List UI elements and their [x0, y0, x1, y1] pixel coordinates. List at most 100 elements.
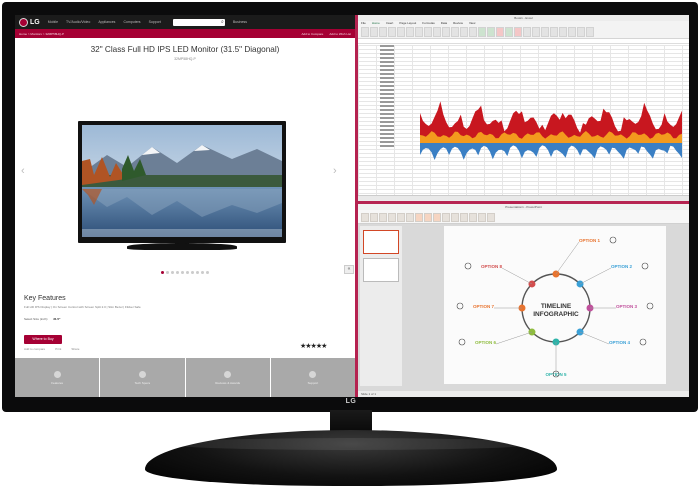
fill-icon[interactable]: [559, 27, 567, 37]
add-to-compare-link[interactable]: Add to compare: [24, 347, 45, 351]
shapes-icon[interactable]: [415, 213, 423, 222]
search-icon[interactable]: ⌕: [221, 19, 224, 26]
breadcrumb[interactable]: Home > Monitors > 32MP58HQ-P: [19, 32, 64, 36]
carousel-prev-icon[interactable]: ‹: [21, 165, 25, 177]
excel-area-chart[interactable]: [420, 95, 682, 175]
delete-icon[interactable]: [532, 27, 540, 37]
search-input[interactable]: ⌕: [172, 18, 225, 26]
carousel-dot[interactable]: [196, 271, 199, 274]
bold-icon[interactable]: [397, 27, 405, 37]
nav-item-mobile[interactable]: Mobile: [48, 20, 58, 24]
underline-icon[interactable]: [415, 27, 423, 37]
where-to-buy-button[interactable]: Where to Buy: [24, 335, 62, 344]
tab-insert[interactable]: Insert: [386, 21, 394, 26]
font-icon[interactable]: [379, 213, 387, 222]
carousel-dot[interactable]: [191, 271, 194, 274]
number-format-icon[interactable]: [451, 27, 459, 37]
key-features-title: Key Features: [24, 295, 66, 302]
clear-icon[interactable]: [568, 27, 576, 37]
effects-icon[interactable]: [460, 213, 468, 222]
slide-thumbnail[interactable]: [363, 258, 399, 282]
option-label: OPTION 1: [579, 238, 601, 243]
side-tab-icon[interactable]: «: [344, 265, 354, 274]
carousel-dot[interactable]: [176, 271, 179, 274]
nav-item-business[interactable]: Business: [233, 20, 247, 24]
percent-icon[interactable]: [460, 27, 468, 37]
nav-item-computers[interactable]: Computers: [123, 20, 140, 24]
tile-tech-specs[interactable]: Tech Specs: [100, 358, 185, 397]
cut-icon[interactable]: [370, 27, 378, 37]
tile-support[interactable]: Support: [270, 358, 355, 397]
copy-icon[interactable]: [379, 27, 387, 37]
sort-icon[interactable]: [577, 27, 585, 37]
paste-icon[interactable]: [361, 27, 369, 37]
carousel-dot[interactable]: [206, 271, 209, 274]
new-slide-icon[interactable]: [361, 213, 369, 222]
tile-label: Features: [51, 380, 64, 385]
tab-home[interactable]: Home: [372, 21, 380, 26]
bold-icon[interactable]: [388, 213, 396, 222]
cell-styles-icon[interactable]: [496, 27, 504, 37]
formula-bar[interactable]: [358, 39, 689, 44]
nav-item-appliances[interactable]: Appliances: [98, 20, 115, 24]
tab-file[interactable]: File: [361, 21, 366, 26]
arrange-icon[interactable]: [424, 213, 432, 222]
option-connector: [501, 267, 533, 285]
align-icon[interactable]: [406, 213, 414, 222]
option-node: [528, 280, 536, 288]
tab-review[interactable]: Review: [453, 21, 463, 26]
comma-icon[interactable]: [469, 27, 477, 37]
wishlist-link[interactable]: Add to Wish List: [329, 32, 351, 36]
option-label: OPTION 6: [475, 340, 497, 345]
tab-data[interactable]: Data: [441, 21, 447, 26]
product-actions: Add to compare Print Share: [24, 347, 79, 351]
good-style-icon[interactable]: [505, 27, 513, 37]
fill-icon[interactable]: [442, 213, 450, 222]
compare-link[interactable]: Add to Compare: [301, 32, 323, 36]
layout-icon[interactable]: [370, 213, 378, 222]
tab-view[interactable]: View: [469, 21, 475, 26]
conditional-format-icon[interactable]: [478, 27, 486, 37]
size-value[interactable]: 31.5": [53, 317, 60, 321]
monitor-brand-logo: LG: [345, 398, 357, 405]
format-table-icon[interactable]: [487, 27, 495, 37]
carousel-dot[interactable]: [171, 271, 174, 274]
font-icon[interactable]: [388, 27, 396, 37]
slide-thumbnail[interactable]: [363, 230, 399, 254]
bad-style-icon[interactable]: [514, 27, 522, 37]
nav-item-tv[interactable]: TV/Audio/Video: [66, 20, 90, 24]
tile-reviews[interactable]: Reviews & Awards: [185, 358, 270, 397]
lg-logo[interactable]: LG: [19, 17, 40, 27]
sum-icon[interactable]: [550, 27, 558, 37]
select-icon[interactable]: [487, 213, 495, 222]
find-icon[interactable]: [469, 213, 477, 222]
option-label: OPTION 4: [609, 340, 631, 345]
carousel-dot[interactable]: [166, 271, 169, 274]
quick-styles-icon[interactable]: [433, 213, 441, 222]
find-icon[interactable]: [586, 27, 594, 37]
carousel-dot[interactable]: [181, 271, 184, 274]
rating-stars[interactable]: ★★★★★: [300, 342, 327, 350]
slide-canvas[interactable]: TIMELINE INFOGRAPHIC OPTION 1 OPTION 2 OPT…: [444, 226, 666, 384]
align-icon[interactable]: [424, 27, 432, 37]
nav-item-support[interactable]: Support: [149, 20, 161, 24]
merge-icon[interactable]: [442, 27, 450, 37]
replace-icon[interactable]: [478, 213, 486, 222]
reviews-icon: [224, 370, 232, 378]
insert-icon[interactable]: [523, 27, 531, 37]
tab-formulas[interactable]: Formulas: [422, 21, 435, 26]
italic-icon[interactable]: [406, 27, 414, 37]
share-link[interactable]: Share: [71, 347, 79, 351]
print-link[interactable]: Print: [55, 347, 61, 351]
italic-icon[interactable]: [397, 213, 405, 222]
carousel-dot[interactable]: [161, 271, 164, 274]
carousel-dot[interactable]: [201, 271, 204, 274]
carousel-dot[interactable]: [186, 271, 189, 274]
tab-page-layout[interactable]: Page Layout: [399, 21, 416, 26]
chart-series-blue: [420, 143, 682, 160]
tile-features[interactable]: Features: [15, 358, 100, 397]
carousel-next-icon[interactable]: ›: [333, 165, 337, 177]
outline-icon[interactable]: [451, 213, 459, 222]
format-icon[interactable]: [541, 27, 549, 37]
wrap-icon[interactable]: [433, 27, 441, 37]
